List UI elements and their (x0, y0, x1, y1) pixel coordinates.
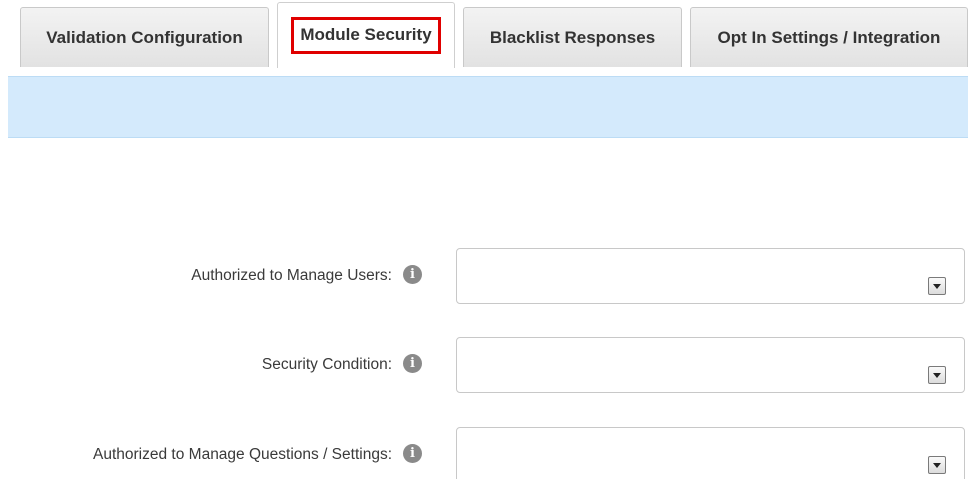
info-icon[interactable]: i (403, 354, 422, 373)
tab-validation-configuration[interactable]: Validation Configuration (20, 7, 269, 67)
field-label: Security Condition: (261, 356, 392, 373)
info-icon[interactable]: i (403, 265, 422, 284)
chevron-down-icon[interactable] (928, 277, 946, 295)
field-row-manage-questions-settings: Authorized to Manage Questions / Setting… (0, 427, 968, 479)
info-icon[interactable]: i (403, 444, 422, 463)
field-label: Authorized to Manage Questions / Setting… (93, 446, 392, 463)
manage-questions-settings-select[interactable] (456, 427, 965, 479)
security-condition-select[interactable] (456, 337, 965, 393)
tab-label-highlighted: Module Security (291, 17, 441, 54)
tab-blacklist-responses[interactable]: Blacklist Responses (463, 7, 682, 67)
field-row-security-condition: Security Condition: i (0, 337, 968, 393)
field-label: Authorized to Manage Users: (191, 267, 392, 284)
info-bar (8, 76, 968, 138)
chevron-down-icon[interactable] (928, 456, 946, 474)
tab-label: Validation Configuration (46, 27, 243, 47)
tab-label: Opt In Settings / Integration (717, 27, 941, 47)
chevron-down-icon[interactable] (928, 366, 946, 384)
tab-bar: Validation Configuration Module Security… (0, 0, 968, 68)
module-security-page: Validation Configuration Module Security… (0, 0, 968, 479)
field-row-manage-users: Authorized to Manage Users: i (0, 248, 968, 304)
tab-module-security[interactable]: Module Security (277, 2, 455, 68)
tab-opt-in-settings-integration[interactable]: Opt In Settings / Integration (690, 7, 968, 67)
manage-users-select[interactable] (456, 248, 965, 304)
tab-label: Blacklist Responses (489, 27, 656, 47)
